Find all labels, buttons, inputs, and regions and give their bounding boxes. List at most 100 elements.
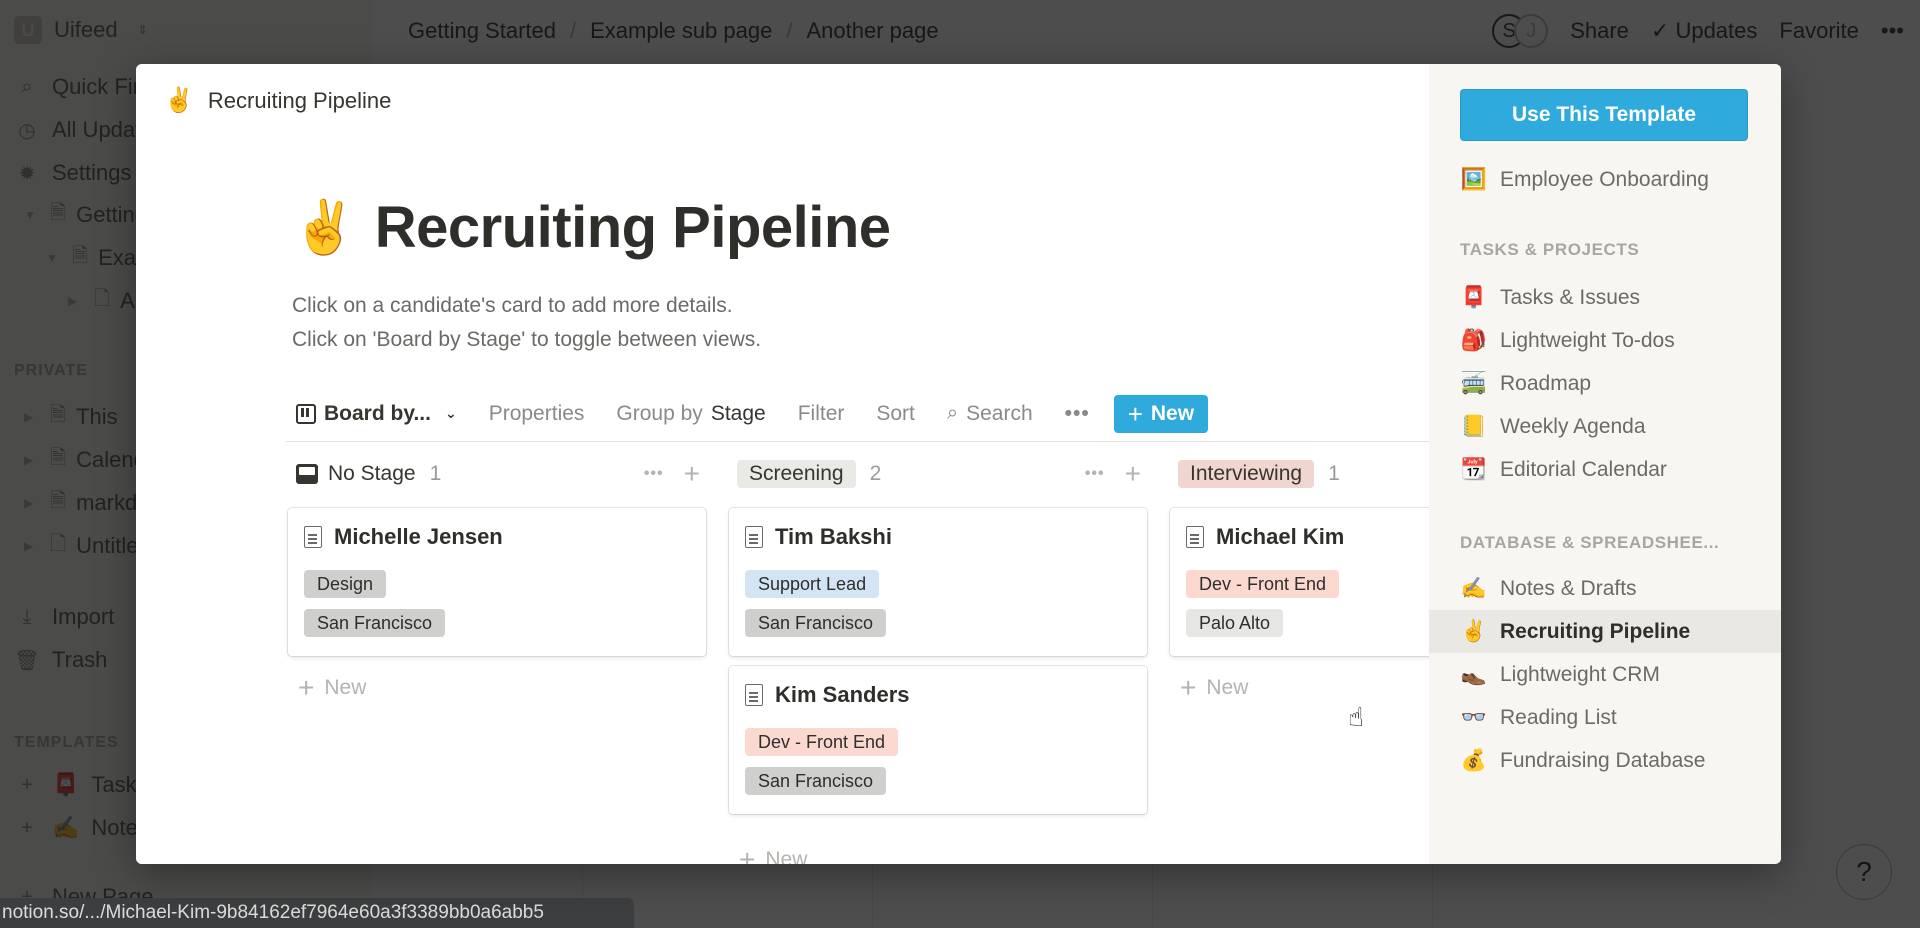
- group-by-value: Stage: [710, 401, 766, 425]
- column-add-icon[interactable]: +: [1125, 460, 1141, 488]
- template-preview: ✌️ Recruiting Pipeline ✌️ Recruiting Pip…: [136, 64, 1429, 864]
- status-bar-url: notion.so/.../Michael-Kim-9b84162ef7964e…: [0, 898, 634, 928]
- template-list-sidebar: Use This Template 🖼️ Employee Onboarding…: [1429, 64, 1781, 864]
- column-count: 1: [1328, 462, 1340, 485]
- card-name: Tim Bakshi: [775, 524, 892, 549]
- template-item-employee-onboarding[interactable]: 🖼️ Employee Onboarding: [1429, 158, 1781, 201]
- template-gallery-modal: ✌️ Recruiting Pipeline ✌️ Recruiting Pip…: [136, 64, 1781, 864]
- page-title: ✌️ Recruiting Pipeline: [292, 194, 891, 261]
- template-item-lightweight-crm[interactable]: 👞 Lightweight CRM: [1429, 653, 1781, 696]
- card-name: Michael Kim: [1216, 524, 1345, 549]
- column-more-icon[interactable]: •••: [1085, 465, 1105, 483]
- template-item-label: Tasks & Issues: [1500, 285, 1641, 309]
- board-card[interactable]: Tim Bakshi Support Lead San Francisco: [729, 508, 1147, 656]
- template-item-editorial-calendar[interactable]: 📆 Editorial Calendar: [1429, 448, 1781, 491]
- search-icon: ⌕: [946, 402, 959, 424]
- template-item-lightweight-todos[interactable]: 🎒 Lightweight To-dos: [1429, 319, 1781, 362]
- view-switcher[interactable]: Board by... ⌄: [296, 402, 457, 426]
- search-label: Search: [966, 401, 1033, 425]
- money-bag-icon: 💰: [1460, 748, 1488, 772]
- properties-button[interactable]: Properties: [489, 402, 585, 426]
- card-tag: San Francisco: [304, 609, 446, 637]
- victory-hand-icon: ✌️: [1460, 619, 1488, 643]
- template-item-label: Weekly Agenda: [1500, 414, 1646, 438]
- chevron-down-icon: ⌄: [444, 405, 457, 421]
- preview-header: ✌️ Recruiting Pipeline: [164, 86, 391, 115]
- card-title: Michael Kim: [1186, 524, 1344, 550]
- plus-icon: +: [1180, 672, 1197, 703]
- column-header: Screening 2 ••• +: [729, 454, 1149, 494]
- card-tag: Palo Alto: [1186, 609, 1284, 637]
- page-description-line: Click on a candidate's card to add more …: [292, 294, 733, 317]
- add-card-label: New: [765, 848, 808, 864]
- template-item-tasks-issues[interactable]: 📮 Tasks & Issues: [1429, 276, 1781, 319]
- page-icon: [1186, 526, 1204, 548]
- page-icon: [745, 526, 763, 548]
- page-icon: [745, 684, 763, 706]
- board-card[interactable]: Michelle Jensen Design San Francisco: [288, 508, 706, 656]
- board-view-icon: [296, 403, 316, 424]
- plus-icon: +: [739, 844, 756, 865]
- template-item-roadmap[interactable]: 🚎 Roadmap: [1429, 362, 1781, 405]
- card-tag: San Francisco: [745, 609, 887, 637]
- column-add-icon[interactable]: +: [684, 460, 700, 488]
- inbox-icon: [296, 464, 318, 484]
- victory-hand-icon: ✌️: [292, 199, 357, 257]
- card-name: Michelle Jensen: [334, 524, 503, 549]
- group-by-label: Group by: [616, 401, 703, 425]
- use-this-template-button[interactable]: Use This Template: [1460, 89, 1748, 141]
- view-switcher-label: Board by...: [324, 401, 431, 425]
- template-item-notes-drafts[interactable]: ✍️ Notes & Drafts: [1429, 567, 1781, 610]
- card-tag: Dev - Front End: [1186, 570, 1340, 598]
- template-item-reading-list[interactable]: 👓 Reading List: [1429, 696, 1781, 739]
- board-card[interactable]: Kim Sanders Dev - Front End San Francisc…: [729, 666, 1147, 814]
- database-toolbar: Board by... ⌄ Properties Group by Stage …: [286, 386, 1429, 442]
- template-item-label: Lightweight To-dos: [1500, 328, 1675, 352]
- template-item-label: Notes & Drafts: [1500, 576, 1637, 600]
- postbox-icon: 📮: [1460, 285, 1488, 309]
- add-card-label: New: [324, 676, 367, 699]
- template-section-header: DATABASE & SPREADSHEE...: [1460, 533, 1720, 552]
- writing-hand-icon: ✍️: [1460, 576, 1488, 600]
- card-tag: San Francisco: [745, 767, 887, 795]
- frame-icon: 🖼️: [1460, 167, 1488, 191]
- add-card-button[interactable]: + New: [1180, 674, 1248, 702]
- board-column-no-stage: No Stage 1 ••• + Michelle Jensen Design …: [288, 454, 708, 702]
- new-record-button[interactable]: + New: [1113, 394, 1209, 433]
- add-card-button[interactable]: + New: [739, 844, 808, 865]
- calendar-icon: 📆: [1460, 457, 1488, 481]
- template-item-label: Editorial Calendar: [1500, 457, 1667, 481]
- board-card[interactable]: Michael Kim Dev - Front End Palo Alto: [1170, 508, 1429, 656]
- filter-button[interactable]: Filter: [798, 402, 845, 426]
- group-by-button[interactable]: Group by Stage: [616, 402, 765, 426]
- new-record-label: New: [1150, 401, 1195, 425]
- template-item-label: Lightweight CRM: [1500, 662, 1660, 686]
- template-item-recruiting-pipeline[interactable]: ✌️ Recruiting Pipeline: [1429, 610, 1781, 653]
- column-header: No Stage 1 ••• +: [288, 454, 708, 494]
- page-description-line: Click on 'Board by Stage' to toggle betw…: [292, 328, 762, 351]
- sort-button[interactable]: Sort: [876, 402, 915, 426]
- template-item-weekly-agenda[interactable]: 📒 Weekly Agenda: [1429, 405, 1781, 448]
- board-column-interviewing: Interviewing 1 Michael Kim Dev - Front E…: [1170, 454, 1429, 702]
- card-title: Tim Bakshi: [745, 524, 892, 550]
- template-item-label: Employee Onboarding: [1500, 167, 1709, 191]
- template-item-fundraising-database[interactable]: 💰 Fundraising Database: [1429, 739, 1781, 782]
- help-button[interactable]: ?: [1836, 844, 1892, 900]
- add-card-button[interactable]: + New: [298, 674, 366, 702]
- trolleybus-icon: 🚎: [1460, 371, 1488, 395]
- column-count: 2: [869, 462, 882, 485]
- column-header: Interviewing 1: [1170, 454, 1429, 494]
- hand-pointer-cursor-icon: ☝: [1348, 702, 1364, 732]
- search-button[interactable]: ⌕ Search: [947, 402, 1033, 426]
- column-count: 1: [429, 462, 442, 485]
- more-options-icon[interactable]: •••: [1065, 402, 1090, 426]
- victory-hand-icon: ✌️: [164, 87, 194, 114]
- card-title: Kim Sanders: [745, 682, 910, 708]
- column-more-icon[interactable]: •••: [644, 465, 664, 483]
- add-card-label: New: [1206, 676, 1249, 699]
- card-tag: Dev - Front End: [745, 728, 899, 756]
- card-tag: Design: [304, 570, 387, 598]
- card-tag: Support Lead: [745, 570, 880, 598]
- plus-icon: +: [298, 672, 315, 703]
- glasses-icon: 👓: [1460, 705, 1488, 729]
